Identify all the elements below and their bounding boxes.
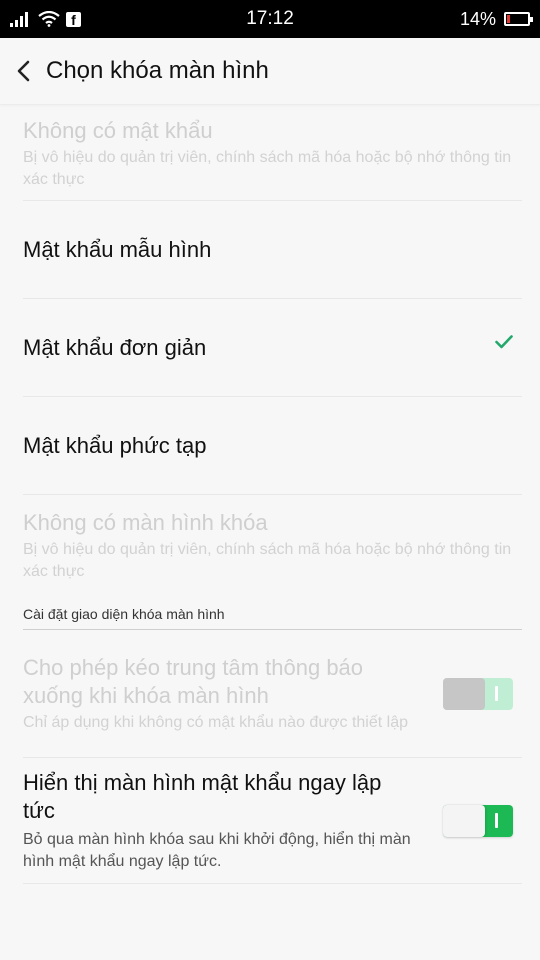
setting-title: Hiển thị màn hình mật khẩu ngay lập tức (23, 769, 382, 823)
setting-subtitle: Bỏ qua màn hình khóa sau khi khởi động, … (23, 830, 411, 870)
setting-text: Cho phép kéo trung tâm thông báo xuống k… (23, 654, 443, 734)
status-right: 14% (459, 8, 533, 30)
wifi-icon (38, 11, 60, 27)
checkmark-icon (495, 335, 513, 349)
signal-icon (10, 12, 28, 27)
chevron-left-icon (17, 60, 30, 82)
option-title: Mật khẩu đơn giản (23, 334, 207, 360)
status-bar: f 17:12 14% (0, 0, 540, 38)
battery-percent: 14% (459, 8, 496, 29)
battery-level (507, 15, 510, 23)
option-subtitle: Bị vô hiệu do quản trị viên, chính sách … (23, 149, 512, 188)
pull-notifications-toggle (443, 677, 513, 710)
option-no-lock-screen: Không có màn hình khóa Bị vô hiệu do quả… (23, 495, 522, 593)
option-no-password: Không có mật khẩu Bị vô hiệu do quản trị… (23, 105, 522, 201)
page-title: Chọn khóa màn hình (46, 57, 269, 84)
option-simple-password[interactable]: Mật khẩu đơn giản (23, 299, 522, 397)
section-header: Cài đặt giao diện khóa màn hình (23, 593, 522, 630)
option-subtitle: Bị vô hiệu do quản trị viên, chính sách … (23, 541, 512, 580)
show-password-screen-toggle[interactable] (443, 804, 513, 837)
option-pattern[interactable]: Mật khẩu mẫu hình (23, 201, 522, 299)
option-title: Mật khẩu phức tạp (23, 432, 207, 458)
toggle-knob (443, 804, 485, 837)
status-left-icons: f (10, 11, 81, 28)
lock-options-list: Không có mật khẩu Bị vô hiệu do quản trị… (0, 105, 540, 884)
toggle-knob (443, 677, 485, 710)
setting-pull-notifications: Cho phép kéo trung tâm thông báo xuống k… (23, 630, 522, 758)
option-title: Không có mật khẩu (23, 118, 213, 143)
option-title: Mật khẩu mẫu hình (23, 236, 212, 262)
setting-show-password-screen[interactable]: Hiển thị màn hình mật khẩu ngay lập tức … (23, 758, 522, 884)
setting-text: Hiển thị màn hình mật khẩu ngay lập tức … (23, 769, 443, 873)
back-button[interactable] (0, 38, 46, 104)
option-complex-password[interactable]: Mật khẩu phức tạp (23, 397, 522, 495)
app-header: Chọn khóa màn hình (0, 38, 540, 105)
option-title: Không có màn hình khóa (23, 510, 268, 535)
facebook-icon: f (66, 11, 81, 28)
setting-subtitle: Chỉ áp dụng khi không có mật khẩu nào đư… (23, 713, 408, 731)
battery-icon (504, 12, 533, 26)
setting-title: Cho phép kéo trung tâm thông báo xuống k… (23, 654, 364, 708)
